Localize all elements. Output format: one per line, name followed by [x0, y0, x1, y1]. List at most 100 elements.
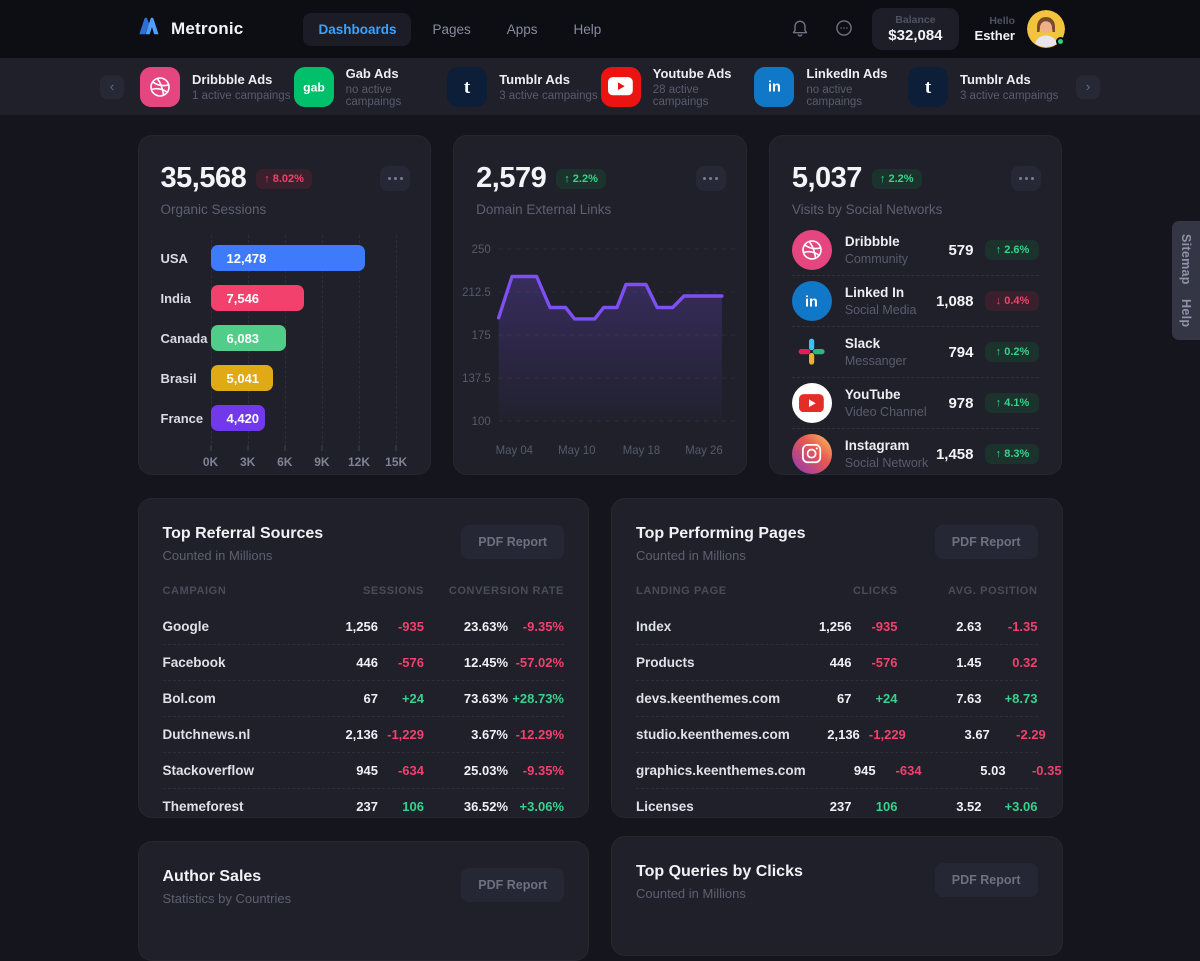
table-row[interactable]: Google 1,256 -935 23.63% -9.35% [163, 609, 565, 645]
table-row[interactable]: Stackoverflow 945 -634 25.03% -9.35% [163, 753, 565, 789]
channel-item[interactable]: Dribbble Ads 1 active campaings [140, 66, 292, 108]
social-value: 1,088 [936, 293, 974, 310]
svg-text:100: 100 [472, 416, 491, 428]
user-avatar[interactable] [1027, 10, 1065, 48]
social-network-row[interactable]: Dribbble Community 579 ↑ 2.6% [792, 225, 1040, 276]
organic-sessions-card: 35,568 ↑ 8.02% Organic Sessions USA 12,4… [138, 135, 432, 475]
pdf-report-button[interactable]: PDF Report [461, 868, 564, 902]
channel-item[interactable]: Youtube Ads 28 active campaings [601, 66, 753, 108]
bar-category-label: USA [161, 251, 211, 266]
channel-item[interactable]: t Tumblr Ads 3 active campaings [447, 66, 599, 108]
bar-row-india: India 7,546 [161, 285, 409, 311]
nav-item-dashboards[interactable]: Dashboards [303, 13, 411, 46]
table-row[interactable]: devs.keenthemes.com 67 +24 7.63 +8.73 [636, 681, 1038, 717]
dribbble-icon [140, 67, 180, 107]
social-change-badge: ↑ 8.3% [985, 444, 1039, 464]
social-network-row[interactable]: in Linked In Social Media 1,088 ↓ 0.4% [792, 276, 1040, 327]
row-value-1: 237 [308, 799, 378, 814]
table-header: CAMPAIGNSESSIONSCONVERSION RATE [163, 585, 565, 609]
table-row[interactable]: Themeforest 237 106 36.52% +3.06% [163, 789, 565, 818]
pdf-report-button[interactable]: PDF Report [461, 525, 564, 559]
row-delta-2: +28.73% [508, 691, 564, 706]
channel-status: no active campaings [806, 84, 906, 108]
bar-india[interactable]: 7,546 [211, 285, 304, 311]
social-name: Linked In [845, 285, 936, 300]
social-detail: Social Media [845, 303, 936, 317]
table-row[interactable]: Licenses 237 106 3.52 +3.06 [636, 789, 1038, 818]
social-detail: Social Network [845, 456, 936, 470]
card-menu-button[interactable] [696, 166, 726, 191]
bar-usa[interactable]: 12,478 [211, 245, 365, 271]
row-delta-2: -2.29 [990, 727, 1046, 742]
social-network-row[interactable]: YouTube Video Channel 978 ↑ 4.1% [792, 378, 1040, 429]
brand-name: Metronic [171, 19, 243, 39]
bar-row-usa: USA 12,478 [161, 245, 409, 271]
nav-item-apps[interactable]: Apps [492, 13, 553, 46]
balance-label: Balance [888, 14, 942, 26]
balance-value: $32,084 [888, 27, 942, 44]
pdf-report-button[interactable]: PDF Report [935, 863, 1038, 897]
row-name: Facebook [163, 655, 309, 670]
svg-text:in: in [768, 80, 781, 96]
brand-logo[interactable]: Metronic [135, 13, 243, 45]
svg-text:175: 175 [472, 330, 491, 342]
row-value-2: 3.67% [424, 727, 508, 742]
bar-brasil[interactable]: 5,041 [211, 365, 273, 391]
row-value-2: 12.45% [424, 655, 508, 670]
social-network-row[interactable]: Slack Messanger 794 ↑ 0.2% [792, 327, 1040, 378]
help-side-tab[interactable]: Help [1172, 286, 1200, 340]
channel-name: Tumblr Ads [960, 72, 1058, 87]
youtube-white-icon [792, 383, 832, 423]
table-row[interactable]: studio.keenthemes.com 2,136 -1,229 3.67 … [636, 717, 1038, 753]
svg-text:May 04: May 04 [496, 445, 534, 457]
online-status-dot [1056, 37, 1065, 46]
channel-item[interactable]: t Tumblr Ads 3 active campaings [908, 66, 1060, 108]
notifications-button[interactable] [784, 13, 816, 45]
nav-item-help[interactable]: Help [559, 13, 617, 46]
row-delta-1: -634 [876, 763, 922, 778]
row-delta-1: -935 [378, 619, 424, 634]
row-value-2: 2.63 [898, 619, 982, 634]
social-value: 978 [948, 395, 973, 412]
channel-item[interactable]: in LinkedIn Ads no active campaings [754, 66, 906, 108]
row-delta-2: -57.02% [508, 655, 564, 670]
card-menu-button[interactable] [1011, 166, 1041, 191]
card-subtitle: Counted in Millions [636, 886, 803, 901]
pdf-report-button[interactable]: PDF Report [935, 525, 1038, 559]
row-value-1: 67 [782, 691, 852, 706]
scroll-left-button[interactable]: ‹ [100, 75, 124, 99]
table-row[interactable]: Index 1,256 -935 2.63 -1.35 [636, 609, 1038, 645]
bar-france[interactable]: 4,420 [211, 405, 266, 431]
svg-text:t: t [925, 77, 932, 98]
social-network-row[interactable]: Instagram Social Network 1,458 ↑ 8.3% [792, 429, 1040, 475]
nav-item-pages[interactable]: Pages [417, 13, 485, 46]
row-delta-1: +24 [852, 691, 898, 706]
table-row[interactable]: Dutchnews.nl 2,136 -1,229 3.67% -12.29% [163, 717, 565, 753]
row-delta-2: -12.29% [508, 727, 564, 742]
table-row[interactable]: Facebook 446 -576 12.45% -57.02% [163, 645, 565, 681]
row-delta-1: 106 [852, 799, 898, 814]
row-value-2: 1.45 [898, 655, 982, 670]
bar-row-france: France 4,420 [161, 405, 409, 431]
table-row[interactable]: Bol.com 67 +24 73.63% +28.73% [163, 681, 565, 717]
card-menu-button[interactable] [380, 166, 410, 191]
social-name: Slack [845, 336, 949, 351]
row-delta-1: -1,229 [860, 727, 906, 742]
social-change-badge: ↑ 0.2% [985, 342, 1039, 362]
social-change-badge: ↑ 4.1% [985, 393, 1039, 413]
channel-item[interactable]: gab Gab Ads no active campaings [294, 66, 446, 108]
balance-chip[interactable]: Balance $32,084 [872, 8, 958, 50]
card-title: Top Queries by Clicks [636, 863, 803, 881]
organic-sessions-label: Organic Sessions [161, 202, 409, 217]
card-subtitle: Counted in Millions [636, 548, 806, 563]
table-row[interactable]: Products 446 -576 1.45 0.32 [636, 645, 1038, 681]
scroll-right-button[interactable]: › [1076, 75, 1100, 99]
messages-button[interactable] [828, 13, 860, 45]
row-value-2: 3.52 [898, 799, 982, 814]
table-row[interactable]: graphics.keenthemes.com 945 -634 5.03 -0… [636, 753, 1038, 789]
channel-status: 3 active campaings [960, 90, 1058, 102]
card-title: Author Sales [163, 868, 292, 886]
bar-canada[interactable]: 6,083 [211, 325, 286, 351]
svg-text:May 18: May 18 [623, 445, 660, 457]
top-referral-sources-card: Top Referral Sources Counted in Millions… [138, 498, 590, 818]
